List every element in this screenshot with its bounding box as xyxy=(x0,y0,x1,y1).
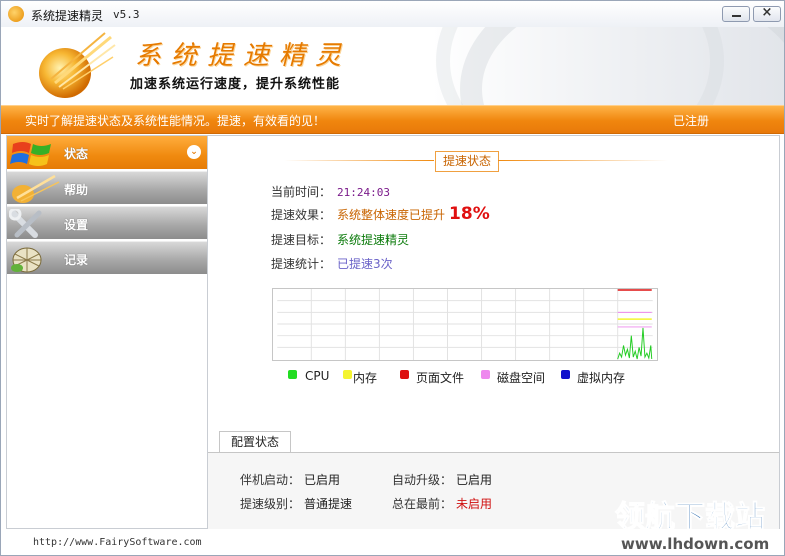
window-version: v5.3 xyxy=(113,8,140,21)
target-label: 提速目标： xyxy=(271,233,332,247)
effect-label: 提速效果： xyxy=(271,208,332,222)
config-ontop: 总在最前： 未启用 xyxy=(392,495,492,512)
legend-swatch xyxy=(481,370,490,379)
sidebar-item-label: 帮助 xyxy=(64,183,89,197)
legend-item-disk: 磁盘空间 xyxy=(481,369,561,385)
sidebar: 状态 ⌄ 帮助 设置 记录 xyxy=(6,135,208,529)
time-value: 21:24:03 xyxy=(337,186,390,199)
main-panel: 提速状态 当前时间： 21:24:03 提速效果： 系统整体速度已提升 18% 提速目… xyxy=(208,135,780,529)
legend-label: 虚拟内存 xyxy=(577,371,626,385)
section-divider xyxy=(284,160,434,161)
app-window: 系统提速精灵 v5.3 × 系统提速精灵 加速系统运行速度，提升系统性能 实时了… xyxy=(0,0,785,556)
performance-graph xyxy=(272,288,658,361)
windows-logo-icon xyxy=(10,142,51,166)
sidebar-item-help[interactable]: 帮助 xyxy=(7,171,207,204)
tab-config-status[interactable]: 配置状态 xyxy=(219,431,291,453)
minimize-button[interactable] xyxy=(722,6,750,22)
legend-item-page-file: 页面文件 xyxy=(400,369,480,385)
time-row: 当前时间： 21:24:03 xyxy=(271,183,390,200)
config-label: 自动升级： xyxy=(392,473,453,487)
config-value: 未启用 xyxy=(456,497,493,511)
target-row: 提速目标： 系统提速精灵 xyxy=(271,231,409,248)
sidebar-item-settings[interactable]: 设置 xyxy=(7,206,207,239)
stats-label: 提速统计： xyxy=(271,257,332,271)
window-title: 系统提速精灵 xyxy=(31,9,104,23)
legend-item-memory: 内存 xyxy=(343,369,403,385)
section-title: 提速状态 xyxy=(435,151,500,172)
help-comet-icon xyxy=(12,174,60,203)
legend-item-virtual-memory: 虚拟内存 xyxy=(561,369,641,385)
globe-net-icon xyxy=(11,247,42,273)
sidebar-item-label: 状态 xyxy=(64,147,89,161)
config-label: 伴机启动： xyxy=(240,473,301,487)
chevron-down-icon: ⌄ xyxy=(187,145,201,159)
banner-decoration xyxy=(436,27,724,105)
footer-website-link[interactable]: http://www.FairySoftware.com xyxy=(33,537,202,548)
sidebar-item-label: 设置 xyxy=(64,218,89,232)
notice-bar: 实时了解提速状态及系统性能情况。提速，有效看的见！ 已注册 xyxy=(1,105,784,134)
legend-swatch xyxy=(343,370,352,379)
header-banner: 系统提速精灵 加速系统运行速度，提升系统性能 xyxy=(1,27,784,105)
legend-label: CPU xyxy=(305,369,330,383)
close-button[interactable]: × xyxy=(753,5,781,22)
watermark-url: www.lhdown.com xyxy=(621,535,769,553)
config-level: 提速级别： 普通提速 xyxy=(240,495,352,512)
watermark-logo: 领航下载站 www.lhdown.com xyxy=(615,500,770,554)
legend-swatch xyxy=(561,370,570,379)
legend-swatch xyxy=(288,370,297,379)
effect-percent: 18% xyxy=(449,204,490,224)
config-label: 总在最前： xyxy=(392,497,453,511)
time-label: 当前时间： xyxy=(271,185,332,199)
logo-icon xyxy=(39,32,116,98)
watermark-text: 领航下载站 xyxy=(615,500,765,535)
legend-item-cpu: CPU xyxy=(288,369,348,383)
config-value: 已启用 xyxy=(456,473,493,487)
stats-row: 提速统计： 已提速3次 xyxy=(271,255,393,272)
title-bar[interactable]: 系统提速精灵 v5.3 × xyxy=(1,1,784,28)
notice-text: 实时了解提速状态及系统性能情况。提速，有效看的见！ xyxy=(25,114,326,128)
sidebar-item-log[interactable]: 记录 xyxy=(7,241,207,274)
brand-slogan: 加速系统运行速度，提升系统性能 xyxy=(130,77,341,92)
legend-label: 磁盘空间 xyxy=(497,371,546,385)
registration-status[interactable]: 已注册 xyxy=(673,112,709,129)
config-value: 已启用 xyxy=(304,473,341,487)
series-cpu xyxy=(617,327,653,360)
stats-value: 已提速3次 xyxy=(337,257,393,271)
config-startup: 伴机启动： 已启用 xyxy=(240,471,340,488)
wrench-icon xyxy=(9,209,42,238)
app-icon xyxy=(8,6,24,22)
effect-value: 系统整体速度已提升 xyxy=(337,208,446,222)
sidebar-item-status[interactable]: 状态 ⌄ xyxy=(7,136,207,169)
brand-title: 系统提速精灵 xyxy=(135,41,352,71)
config-value: 普通提速 xyxy=(304,497,353,511)
section-divider xyxy=(498,160,668,161)
sidebar-item-label: 记录 xyxy=(64,253,89,267)
effect-row: 提速效果： 系统整体速度已提升 18% xyxy=(271,204,490,224)
minimize-icon xyxy=(732,15,741,17)
config-label: 提速级别： xyxy=(240,497,301,511)
legend-label: 页面文件 xyxy=(416,371,465,385)
config-autoupdate: 自动升级： 已启用 xyxy=(392,471,492,488)
close-icon: × xyxy=(761,5,773,20)
legend-label: 内存 xyxy=(353,371,378,385)
legend-swatch xyxy=(400,370,409,379)
target-value: 系统提速精灵 xyxy=(337,233,410,247)
